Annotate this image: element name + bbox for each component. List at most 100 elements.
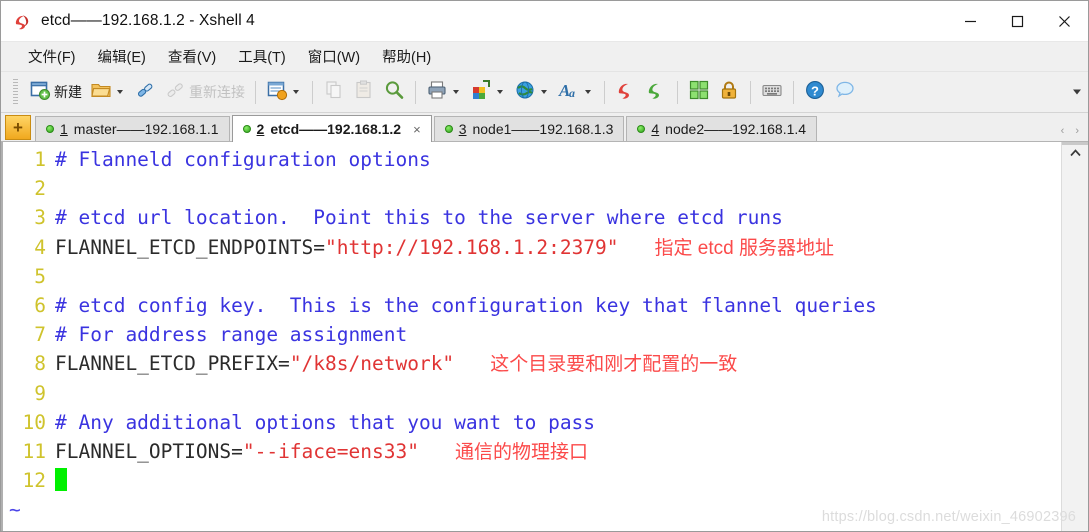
tab-close-icon[interactable]: × (413, 122, 421, 137)
toolbar-grip[interactable] (13, 79, 18, 105)
xshell-app-icon (12, 11, 32, 31)
font-caret-icon[interactable] (585, 90, 591, 94)
terminal-line: 4 FLANNEL_ETCD_ENDPOINTS="http://192.168.… (3, 233, 1061, 262)
web-button[interactable] (510, 77, 554, 108)
line-number: 3 (34, 206, 46, 230)
line-content: # Flanneld configuration options (55, 145, 1061, 174)
new-tab-button[interactable]: + (5, 115, 31, 140)
maximize-button[interactable] (994, 1, 1041, 42)
tab-number: 4 (651, 121, 660, 137)
print-caret-icon[interactable] (453, 90, 459, 94)
menu-edit[interactable]: 编辑(E) (87, 43, 157, 70)
find-icon (383, 79, 405, 106)
line-number: 11 (22, 439, 46, 463)
scrollbar-track[interactable] (1062, 164, 1088, 531)
tab-number: 2 (256, 121, 265, 137)
toolbar-separator-3 (415, 80, 416, 104)
line-content: # For address range assignment (55, 320, 1061, 349)
terminal-output[interactable]: 1 # Flanneld configuration options 2 3 # etc… (1, 142, 1061, 531)
code-segment: "/k8s/network" (289, 352, 455, 376)
toolbar-overflow-icon[interactable] (1073, 89, 1081, 95)
menu-view[interactable]: 查看(V) (157, 43, 227, 70)
connection-status-icon (637, 125, 646, 133)
session-properties-button[interactable] (262, 77, 306, 108)
terminal-line: 1 # Flanneld configuration options (3, 145, 1061, 174)
menu-file[interactable]: 文件(F) (17, 43, 87, 70)
color-scheme-button[interactable] (466, 77, 510, 108)
terminal-line: 8 FLANNEL_ETCD_PREFIX="/k8s/network" 这个目录要… (3, 349, 1061, 378)
lock-button[interactable] (714, 77, 744, 108)
session-tab-bar: + 1 master——192.168.1.1 2 etcd——192.168.… (1, 113, 1088, 142)
tab-scroll-right-icon[interactable]: › (1075, 125, 1079, 137)
minimize-button[interactable] (947, 1, 994, 42)
connect-button[interactable] (130, 77, 160, 108)
keyboard-button[interactable] (757, 77, 787, 108)
connection-status-icon (46, 125, 54, 133)
close-button[interactable] (1041, 1, 1088, 42)
code-segment: FLANNEL_ETCD_ENDPOINTS= (55, 235, 326, 259)
menu-window[interactable]: 窗口(W) (297, 43, 371, 70)
tab-label: master——192.168.1.1 (73, 121, 219, 137)
code-segment: # etcd url location. Point this to the s… (55, 206, 783, 230)
session-tab-node1[interactable]: 3 node1——192.168.1.3 (433, 116, 625, 141)
session-properties-caret-icon[interactable] (293, 90, 299, 94)
scroll-up-icon[interactable] (1062, 142, 1088, 164)
line-content: # etcd config key. This is the configura… (55, 291, 1061, 320)
line-number: 1 (34, 148, 46, 171)
open-folder-button[interactable] (86, 77, 130, 108)
toolbar-separator-4 (604, 80, 605, 104)
toolbar-separator-2 (312, 80, 313, 104)
line-number: 6 (34, 293, 46, 317)
code-segment: FLANNEL_ETCD_PREFIX= (55, 352, 290, 376)
font-button[interactable]: A a (554, 77, 598, 108)
terminal-scrollbar[interactable] (1061, 142, 1088, 531)
paste-icon (353, 79, 375, 106)
web-caret-icon[interactable] (541, 90, 547, 94)
help-button[interactable]: ? (800, 77, 830, 108)
copy-button[interactable] (319, 77, 349, 108)
session-properties-icon (266, 79, 288, 106)
chat-button[interactable] (830, 77, 860, 108)
tab-number: 1 (60, 121, 68, 137)
terminal-line: 12 (3, 466, 1061, 495)
disconnect-icon (164, 79, 186, 106)
scrollbar-thumb[interactable] (1062, 142, 1088, 145)
copy-icon (323, 79, 345, 106)
terminal-line: 11 FLANNEL_OPTIONS="--iface=ens33" 通信的物理接口 (3, 437, 1061, 466)
open-folder-caret-icon[interactable] (117, 90, 123, 94)
print-button[interactable] (422, 77, 466, 108)
paste-button[interactable] (349, 77, 379, 108)
arrange-windows-button[interactable] (684, 77, 714, 108)
find-button[interactable] (379, 77, 409, 108)
menu-tools[interactable]: 工具(T) (227, 43, 297, 70)
annotation-text: 指定 etcd 服务器地址 (654, 237, 835, 259)
line-content: FLANNEL_OPTIONS="--iface=ens33" 通信的物理接口 (55, 437, 1061, 467)
terminal-empty-line: ~ (3, 524, 1061, 531)
new-session-button[interactable]: 新建 (25, 77, 86, 108)
new-session-icon (29, 79, 51, 106)
disconnect-button[interactable]: 重新连接 (160, 77, 249, 108)
color-scheme-caret-icon[interactable] (497, 90, 503, 94)
menu-help[interactable]: 帮助(H) (371, 43, 442, 70)
lock-icon (718, 79, 740, 106)
tab-scroll-controls: ‹ › (1061, 125, 1088, 141)
xftp-button[interactable] (641, 77, 671, 108)
line-number: 5 (34, 264, 46, 288)
line-number: 4 (34, 235, 46, 259)
xshell-button[interactable] (611, 77, 641, 108)
terminal-line: 9 (3, 379, 1061, 408)
line-number: 12 (22, 469, 46, 493)
terminal-line: 10 # Any additional options that you want… (3, 408, 1061, 437)
line-number: 2 (34, 177, 46, 201)
line-content: # etcd url location. Point this to the s… (55, 203, 1061, 232)
tab-label: node2——192.168.1.4 (665, 121, 807, 137)
toolbar: 新建 重新连接 A a ? (1, 72, 1088, 113)
session-tab-node2[interactable]: 4 node2——192.168.1.4 (626, 116, 818, 141)
session-tab-etcd[interactable]: 2 etcd——192.168.1.2 × (231, 115, 432, 142)
code-segment: # Flanneld configuration options (55, 148, 431, 171)
tab-scroll-left-icon[interactable]: ‹ (1061, 125, 1065, 137)
window-title: etcd——192.168.1.2 - Xshell 4 (41, 12, 255, 29)
xshell-icon (615, 79, 637, 106)
session-tab-master[interactable]: 1 master——192.168.1.1 (35, 116, 230, 141)
line-number: 9 (34, 381, 46, 405)
